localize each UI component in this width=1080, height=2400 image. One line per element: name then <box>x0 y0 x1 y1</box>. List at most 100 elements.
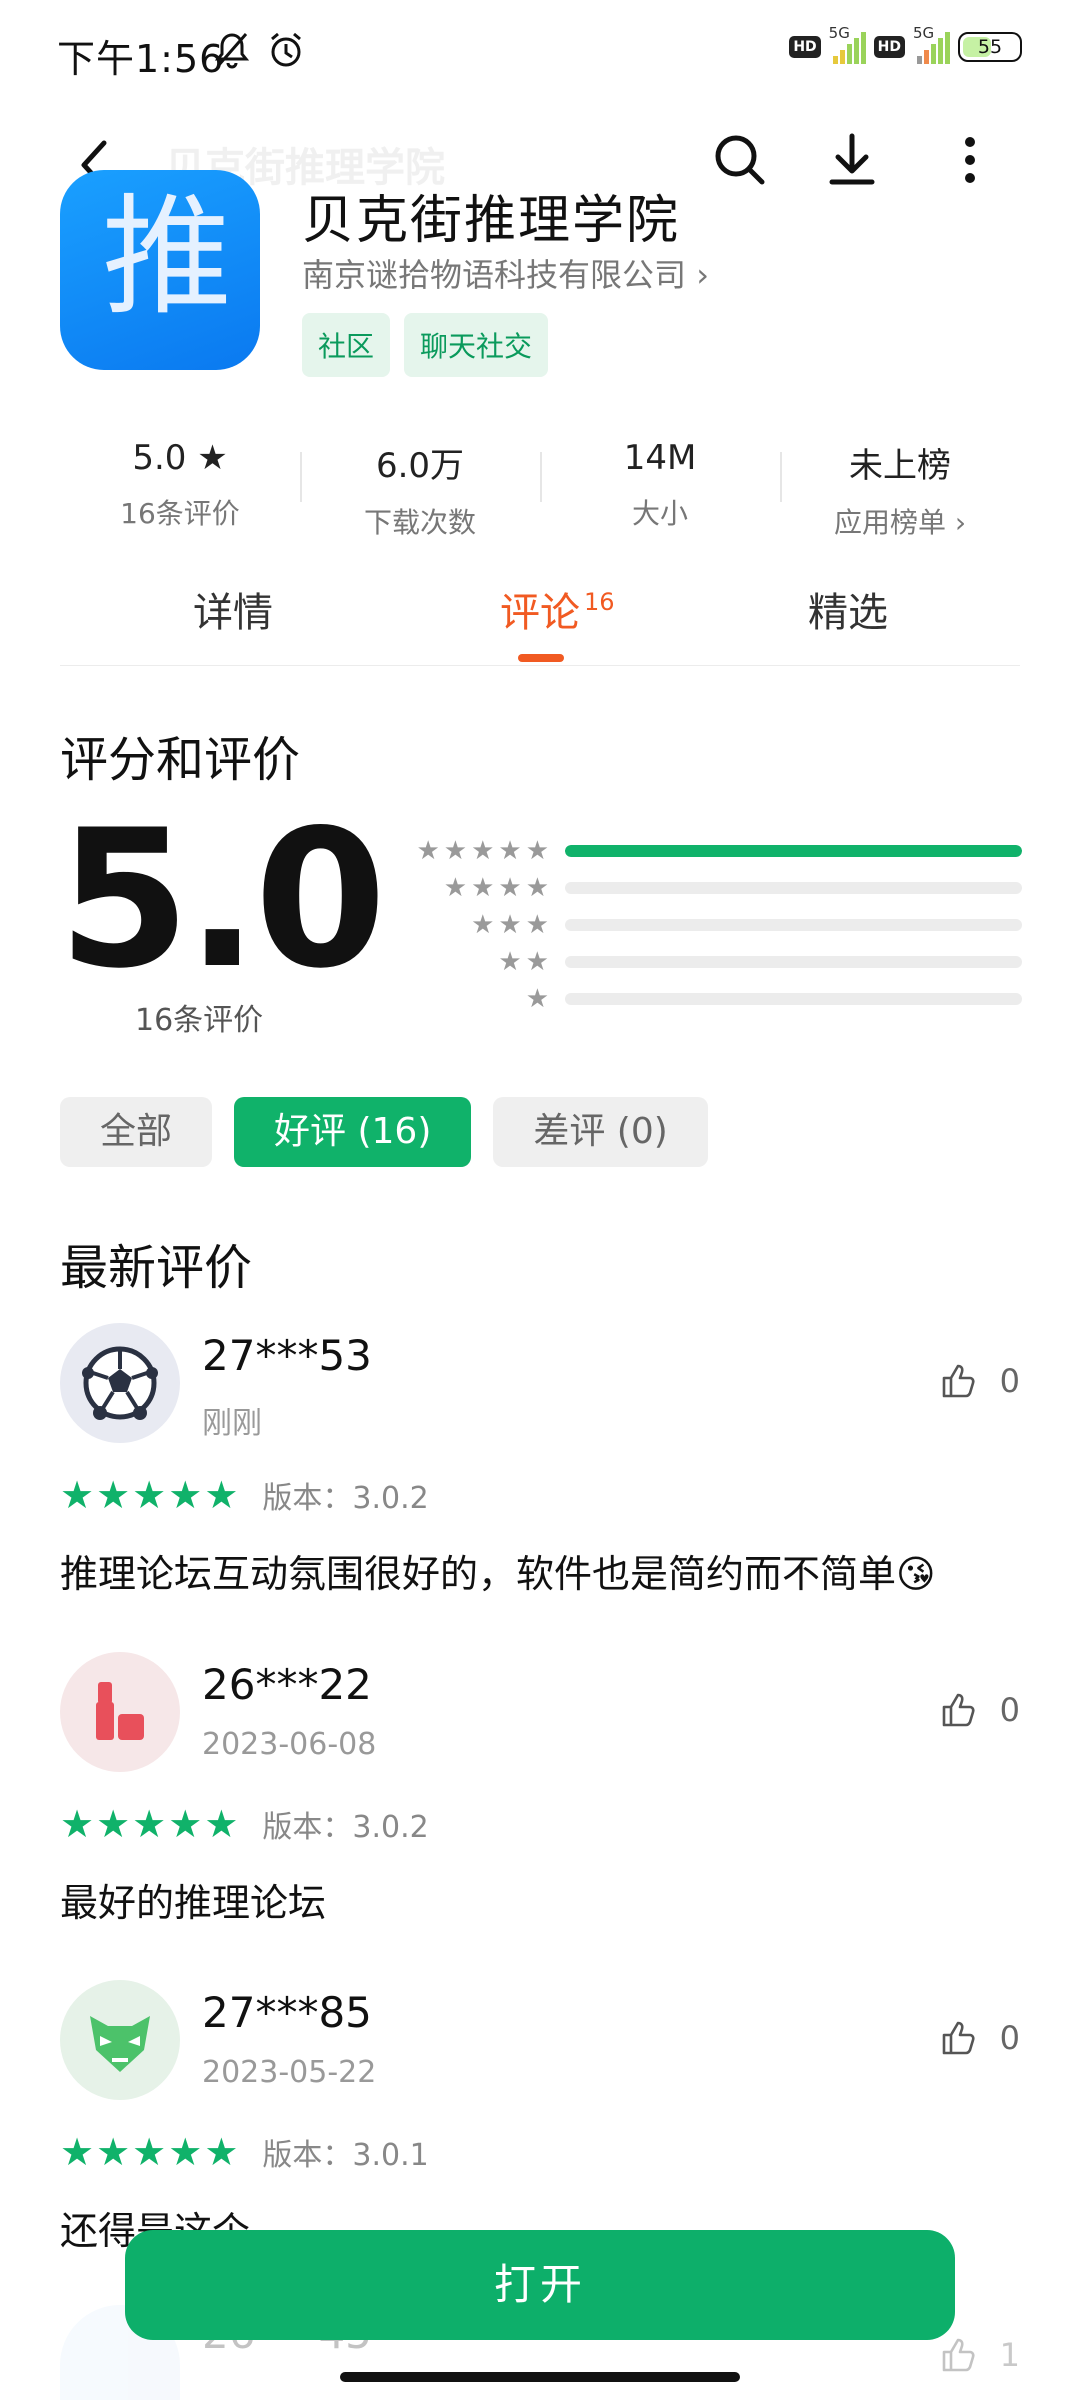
star-icons: ★★★★★ <box>416 835 553 866</box>
review-item: 27***53 刚刚 0 ★ ★ ★ ★ ★ 版本：3.0.2 推理论坛互动氛围很好的，… <box>60 1323 1020 1623</box>
thumbs-up-icon <box>942 1364 975 1398</box>
stat-rating-label: 16条评价 <box>120 497 240 530</box>
tab-reviews-count: 16 <box>584 588 615 616</box>
star-icon: ★ <box>60 1473 95 1517</box>
review-item: 27***85 2023-05-22 0 ★★★★★ 版本：3.0.1 还得是这… <box>60 1980 1020 2253</box>
stat-ranking-value: 未上榜 <box>849 446 951 486</box>
status-icons <box>212 30 306 70</box>
rating-bar-2-star: ★★ <box>400 943 1022 980</box>
filter-all[interactable]: 全部 <box>60 1097 213 1167</box>
network-type-2: 5G <box>913 24 935 42</box>
tab-reviews[interactable]: 评论 16 <box>500 580 615 638</box>
rating-bar-5-star: ★★★★★ <box>400 832 1022 869</box>
mute-bell-icon <box>214 33 250 69</box>
like-count: 1 <box>999 2336 1020 2374</box>
latest-reviews-title: 最新评价 <box>60 1240 253 1296</box>
review-version: 版本：3.0.2 <box>262 1810 429 1845</box>
search-icon[interactable] <box>710 130 770 190</box>
review-version: 版本：3.0.1 <box>262 2138 429 2173</box>
star-icon: ★ <box>132 1473 167 1517</box>
review-rating: ★ ★ ★ ★ ★ 版本：3.0.2 <box>60 1802 429 1846</box>
signal-icon: 5G <box>829 24 866 64</box>
review-version: 版本：3.0.2 <box>262 1481 429 1516</box>
star-icon: ★ <box>96 1473 131 1517</box>
rating-bar-track <box>565 881 1022 894</box>
home-indicator[interactable] <box>340 2372 740 2382</box>
stat-downloads-value: 6.0万 <box>375 446 465 486</box>
like-button[interactable]: 0 <box>938 2018 1020 2058</box>
review-rating: ★ ★ ★ ★ ★ 版本：3.0.1 <box>60 2130 429 2174</box>
star-icons: ★★★★ <box>443 872 553 903</box>
review-date: 2023-06-08 <box>202 1727 377 1762</box>
tab-featured[interactable]: 精选 <box>808 580 888 638</box>
avatar[interactable] <box>60 1323 180 1443</box>
stat-rating: 5.0 ★ 16条评价 <box>60 430 300 540</box>
like-count: 0 <box>999 2019 1020 2057</box>
soccer-ball-icon <box>82 1346 158 1420</box>
like-button[interactable]: 0 <box>938 1690 1020 1730</box>
star-icon: ★ <box>96 1802 131 1846</box>
network-type: 5G <box>828 24 850 42</box>
review-date: 2023-05-22 <box>202 2055 377 2090</box>
star-icon: ★ <box>60 2130 95 2174</box>
tab-details[interactable]: 详情 <box>193 580 273 638</box>
filter-positive[interactable]: 好评 (16) <box>234 1097 472 1167</box>
hd-badge-2: HD <box>873 36 905 58</box>
rating-bar-track <box>565 955 1022 968</box>
filter-negative[interactable]: 差评 (0) <box>493 1097 708 1167</box>
status-bar: 下午1:56 HD 5G HD 5G 55 <box>0 0 1080 100</box>
star-icon: ★ <box>204 1473 239 1517</box>
like-button[interactable]: 1 <box>938 2335 1020 2375</box>
green-mask-icon <box>90 2016 150 2072</box>
tab-reviews-label: 评论 <box>500 590 580 636</box>
developer-link[interactable]: 南京谜拾物语科技有限公司 › <box>302 250 709 296</box>
review-text: 最好的推理论坛 <box>60 1881 327 1925</box>
battery-icon: 55 <box>958 32 1022 62</box>
stat-ranking-label: 应用榜单 › <box>833 506 967 539</box>
avatar[interactable] <box>60 1980 180 2100</box>
average-score: 5.0 <box>58 789 387 1010</box>
thumbs-up-icon <box>942 2338 975 2372</box>
open-app-button[interactable]: 打开 <box>125 2230 955 2340</box>
rating-bar-track <box>565 918 1022 931</box>
like-button[interactable]: 0 <box>938 1361 1020 1401</box>
stat-size: 14M 大小 <box>540 430 780 540</box>
star-icon: ★ <box>96 2130 131 2174</box>
status-time: 下午1:56 <box>57 37 225 81</box>
review-rating: ★ ★ ★ ★ ★ 版本：3.0.2 <box>60 1473 429 1517</box>
more-menu-icon[interactable] <box>940 130 1000 190</box>
rating-section-title: 评分和评价 <box>60 732 301 788</box>
review-filters: 全部 好评 (16) 差评 (0) <box>60 1097 708 1167</box>
star-icon: ★ <box>168 2130 203 2174</box>
star-icons: ★★★ <box>471 909 553 940</box>
rating-bar-track <box>565 992 1022 1005</box>
star-icon: ★ <box>204 2130 239 2174</box>
star-icon: ★ <box>204 1802 239 1846</box>
app-stats: 5.0 ★ 16条评价 6.0万下载次数 14M 大小 未上榜应用榜单 › <box>60 430 1020 540</box>
avatar[interactable] <box>60 1652 180 1772</box>
stat-ranking[interactable]: 未上榜应用榜单 › <box>780 430 1020 540</box>
star-icon: ★ <box>132 2130 167 2174</box>
download-icon[interactable] <box>822 130 882 190</box>
star-icon: ★ <box>168 1473 203 1517</box>
rating-bar-1-star: ★ <box>400 980 1022 1017</box>
rating-bar-3-star: ★★★ <box>400 906 1022 943</box>
alarm-icon <box>271 32 301 67</box>
tag-community[interactable]: 社区 <box>302 313 391 377</box>
star-icons: ★★ <box>498 946 553 977</box>
stat-downloads-label: 下载次数 <box>363 506 476 539</box>
tab-bar: 详情 评论 16 精选 <box>60 580 1020 666</box>
stat-size-value: 14M <box>623 438 697 478</box>
app-icon-glyph: 推 <box>102 181 233 333</box>
app-name: 贝克街推理学院 <box>302 191 681 251</box>
rating-bar-track <box>565 844 1022 857</box>
review-text: 推理论坛互动氛围很好的，软件也是简约而不简单😘 <box>60 1552 936 1596</box>
star-icon: ★ <box>132 1802 167 1846</box>
tag-chat-social[interactable]: 聊天社交 <box>404 313 549 377</box>
review-date: 刚刚 <box>202 1406 262 1441</box>
rating-distribution: ★★★★★ ★★★★ ★★★ ★★ ★ <box>400 832 1022 1017</box>
rating-bar-4-star: ★★★★ <box>400 869 1022 906</box>
review-username: 27***53 <box>202 1331 372 1380</box>
active-tab-indicator <box>518 654 564 662</box>
app-tags: 社区 聊天社交 <box>302 313 549 377</box>
